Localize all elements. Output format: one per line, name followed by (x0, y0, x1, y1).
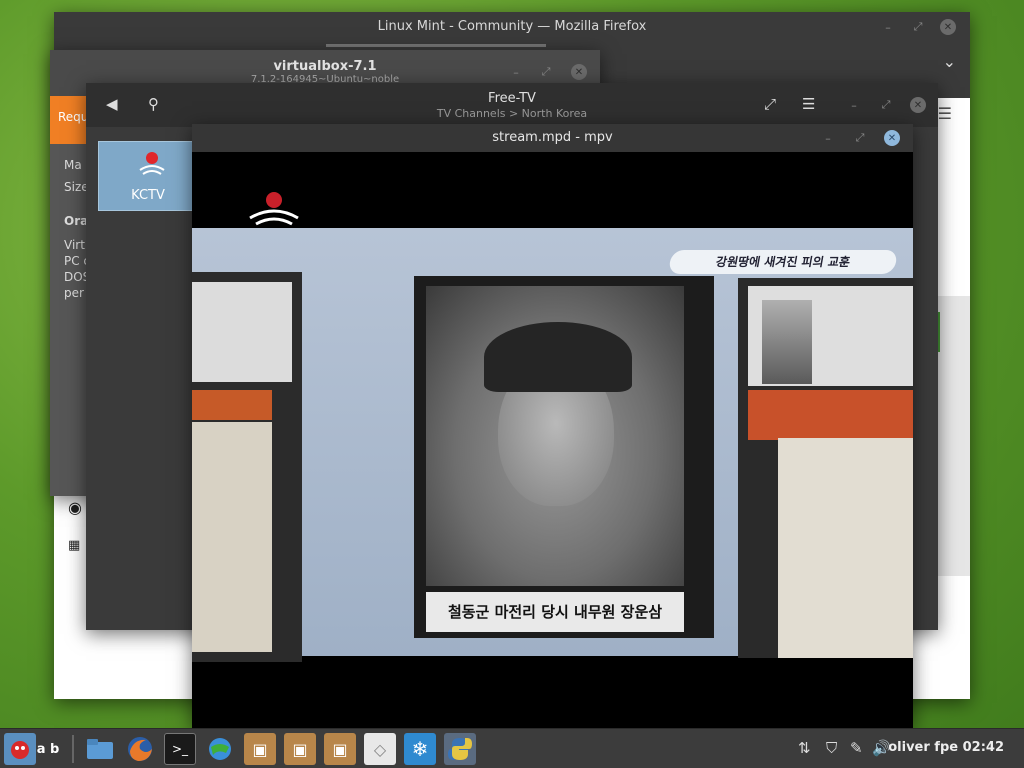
minimize-icon[interactable]: – (880, 19, 896, 35)
fullscreen-icon[interactable]: ⤢ (764, 95, 776, 113)
minimize-icon[interactable]: – (508, 64, 524, 80)
user-and-clock[interactable]: oliver fpe 02:42 (888, 740, 1004, 755)
maximize-icon[interactable]: ⤢ (852, 130, 868, 146)
snowflake-icon[interactable]: ❄ (404, 733, 436, 765)
video-banner-text: 강원땅에 새겨진 피의 교훈 (667, 250, 899, 274)
mpv-window[interactable]: stream.mpd - mpv – ⤢ ✕ 철동군 마전리 당시 내무원 장운… (192, 124, 913, 728)
python-icon[interactable] (444, 733, 476, 765)
blank-app-icon[interactable]: ◇ (364, 733, 396, 765)
taskbar-separator (72, 735, 74, 763)
kctv-logo-icon (139, 152, 165, 175)
channel-tile-kctv[interactable]: KCTV (98, 141, 198, 211)
virtualbox-tab[interactable]: Requ (50, 96, 90, 144)
center-portrait-frame: 철동군 마전리 당시 내무원 장운삼 (414, 276, 714, 638)
side-text: Size (64, 180, 89, 194)
portrait-caption: 철동군 마전리 당시 내무원 장운삼 (426, 592, 684, 632)
kctv-watermark-icon (249, 192, 299, 226)
close-icon[interactable]: ✕ (940, 19, 956, 35)
mpv-title: stream.mpd - mpv (492, 130, 613, 145)
package-update-icon[interactable]: ▣ (324, 733, 356, 765)
side-text: Virt (64, 238, 85, 252)
firefox-icon[interactable] (124, 733, 156, 765)
package-icon[interactable]: ▣ (244, 733, 276, 765)
taskbar: a b >_ ▣ ▣ ▣ ◇ ❄ ⇅ ⛉ ✎ 🔊 oliver fpe 02:4… (0, 728, 1024, 768)
side-text: Ora (64, 214, 89, 228)
shield-icon[interactable]: ⛉ (826, 739, 837, 757)
close-icon[interactable]: ✕ (884, 130, 900, 146)
side-text: per (64, 286, 84, 300)
channel-name: KCTV (131, 188, 165, 203)
left-display-board (192, 272, 302, 662)
grid-icon: ▦ (68, 538, 81, 553)
maximize-icon[interactable]: ⤢ (910, 19, 926, 35)
portrait-photo (426, 286, 684, 586)
close-icon[interactable]: ✕ (571, 64, 587, 80)
freetv-header[interactable]: ◀ ⚲ Free-TV TV Channels > North Korea ⤢ … (86, 83, 938, 127)
mpv-titlebar[interactable]: stream.mpd - mpv – ⤢ ✕ (192, 124, 913, 152)
keyboard-layout-indicator[interactable]: a b (36, 733, 60, 765)
network-icon[interactable]: ⇅ (798, 739, 811, 757)
package-icon[interactable]: ▣ (284, 733, 316, 765)
menu-bird-icon[interactable] (4, 733, 36, 765)
folder-icon[interactable] (84, 733, 116, 765)
right-display-board (738, 278, 913, 658)
minimize-icon[interactable]: – (820, 130, 836, 146)
side-text: Ma (64, 158, 82, 172)
video-frame[interactable]: 철동군 마전리 당시 내무원 장운삼 강원땅에 새겨진 피의 교훈 (192, 152, 913, 728)
terminal-icon[interactable]: >_ (164, 733, 196, 765)
minimize-icon[interactable]: – (846, 97, 862, 113)
menu-icon[interactable]: ☰ (802, 95, 815, 113)
internet-globe-icon[interactable] (204, 733, 236, 765)
hamburger-menu-icon[interactable]: ☰ (938, 104, 952, 123)
firefox-tab-indicator (326, 44, 546, 47)
chevron-down-icon[interactable]: ⌄ (943, 52, 956, 71)
firefox-title: Linux Mint - Community — Mozilla Firefox (377, 19, 647, 34)
maximize-icon[interactable]: ⤢ (878, 97, 894, 113)
close-icon[interactable]: ✕ (910, 97, 926, 113)
disc-icon: ◉ (68, 498, 82, 517)
maximize-icon[interactable]: ⤢ (538, 64, 554, 80)
pen-icon[interactable]: ✎ (850, 739, 863, 757)
